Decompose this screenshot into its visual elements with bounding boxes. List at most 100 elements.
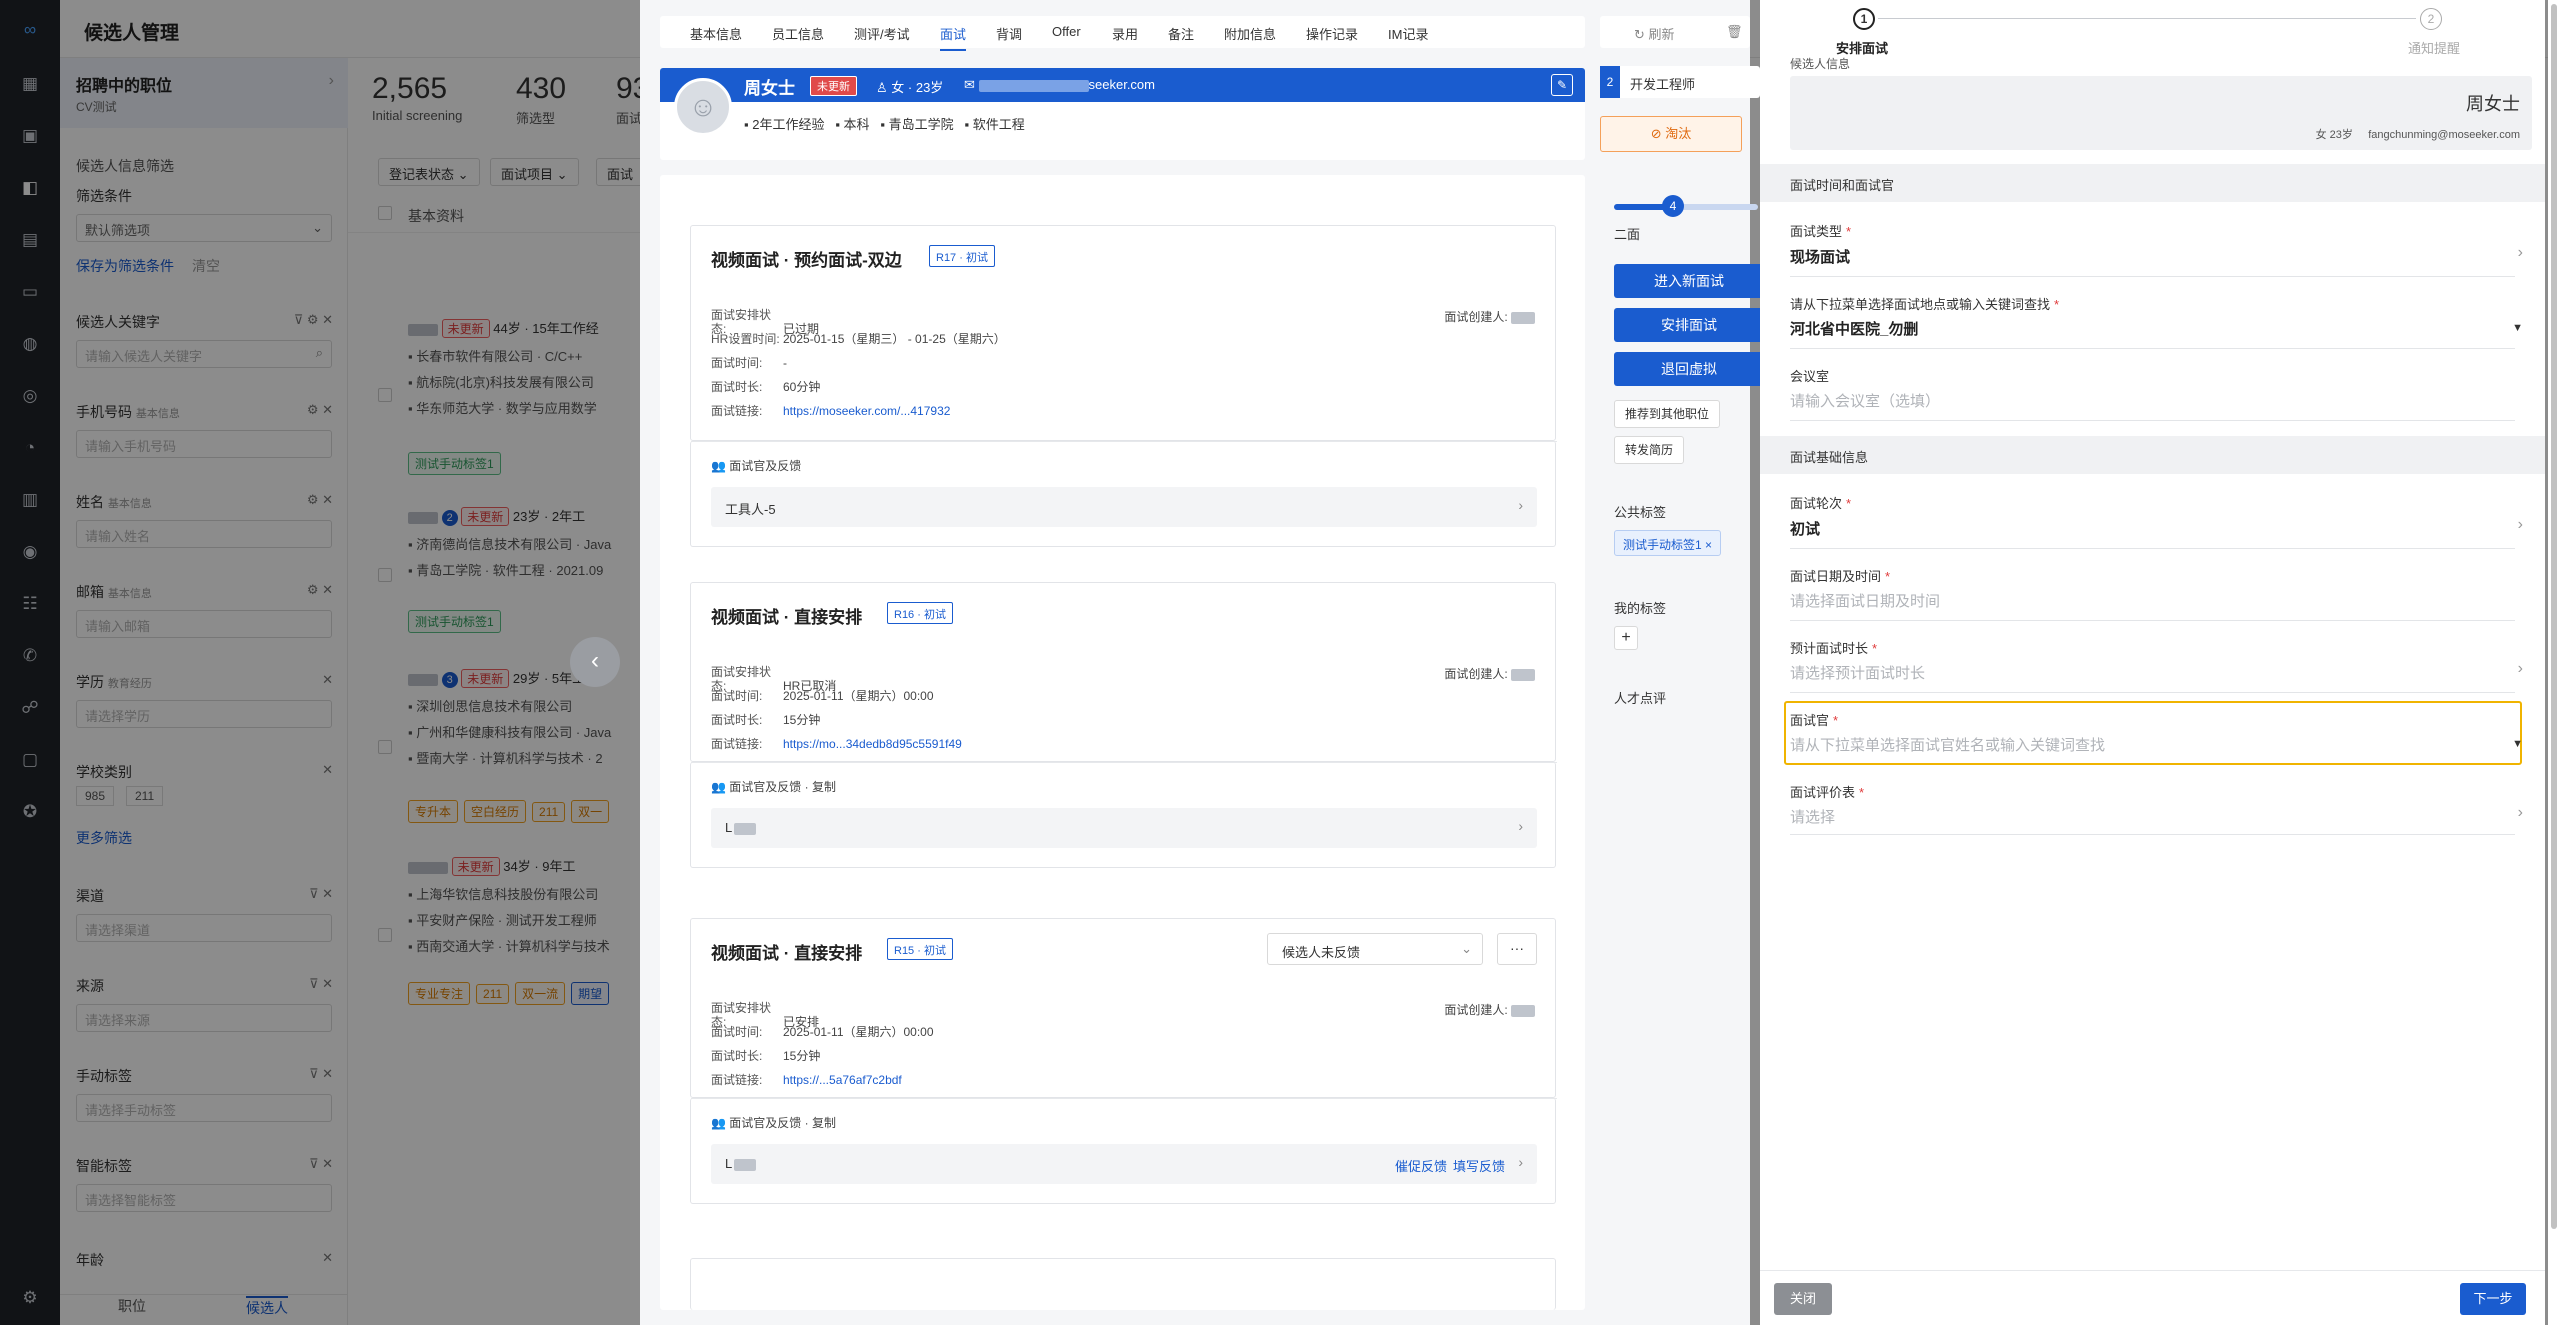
position-selector[interactable]: 2 开发工程师	[1600, 66, 1760, 98]
info-row: 面试链接: https://...5a76af7c2bdf	[711, 1073, 902, 1087]
urge-feedback-link[interactable]: 催促反馈	[1395, 1156, 1447, 1175]
field-label: 面试类型 *	[1790, 224, 1852, 239]
caret-down-icon: ▼	[2512, 738, 2523, 750]
interview-creator: 面试创建人:	[1444, 308, 1535, 325]
add-tag-button[interactable]: +	[1614, 626, 1638, 650]
chevron-right-icon: ›	[2517, 804, 2523, 821]
step-2-label: 通知提醒	[2408, 41, 2461, 56]
arrange-interview-drawer: 1 2 安排面试 通知提醒 候选人信息 周女士 女 23岁 fangchunmi…	[1760, 0, 2545, 1325]
forward-resume-button[interactable]: 转发简历	[1614, 436, 1685, 464]
datetime-picker[interactable]: 请选择面试日期及时间	[1790, 590, 1940, 611]
eliminate-button[interactable]: ⊘ 淘汰	[1600, 116, 1742, 152]
round-tag: R15 · 初试	[887, 938, 953, 960]
next-button[interactable]: 下一步	[2460, 1283, 2526, 1315]
interview-link[interactable]: https://mo...34dedb8d95c5591f49	[783, 737, 962, 751]
candidate-name: 周女士	[2466, 94, 2520, 114]
field-label: 面试官 *	[1790, 713, 1839, 728]
close-button[interactable]: 关闭	[1774, 1283, 1832, 1315]
divider	[691, 762, 1557, 763]
tab-logs[interactable]: 操作记录	[1306, 24, 1358, 43]
divider	[691, 441, 1557, 442]
feedback-row[interactable]: L ›	[711, 808, 1537, 848]
more-icon[interactable]: ···	[1497, 933, 1537, 965]
round-tag: R17 · 初试	[929, 245, 995, 267]
email: ✉ seeker.com	[964, 77, 1155, 92]
gender-age: ♙ 女 · 23岁	[876, 80, 944, 95]
duration-select[interactable]: 请选择预计面试时长	[1790, 662, 1925, 683]
feedback-section: 👥 面试官及反馈 工具人-5 ›	[690, 441, 1557, 547]
info-row: 面试时间: 2025-01-11（星期六）00:00	[711, 689, 934, 703]
tab-hire[interactable]: 录用	[1112, 24, 1138, 43]
profile-card: 周女士 未更新 ♙ 女 · 23岁 ✉ seeker.com ✎ ☺ ▪ 2年工…	[660, 68, 1585, 160]
tab-im[interactable]: IM记录	[1388, 24, 1428, 43]
info-row: 面试时长: 15分钟	[711, 713, 821, 727]
profile-tags: ▪ 2年工作经验 ▪ 本科 ▪ 青岛工学院 ▪ 软件工程	[744, 117, 1025, 132]
section-time-interviewer: 面试时间和面试官	[1760, 164, 2545, 202]
edit-icon[interactable]: ✎	[1551, 74, 1573, 96]
detail-toolbar: ↻ 刷新 🗑	[1600, 16, 1750, 48]
chevron-right-icon: ›	[1518, 818, 1523, 834]
interview-feed: 视频面试 · 预约面试-双边 R17 · 初试 面试创建人: 面试安排状态: 已过…	[660, 175, 1585, 1310]
divider	[1790, 548, 2515, 549]
feedback-row[interactable]: L 催促反馈 填写反馈 ›	[711, 1144, 1537, 1184]
profile-bar: 周女士 未更新 ♙ 女 · 23岁 ✉ seeker.com ✎	[660, 68, 1585, 102]
chevron-right-icon: ›	[1518, 497, 1523, 513]
interview-card: 视频面试 · 直接安排 R15 · 初试 候选人未反馈 ⌄ ··· 面试创建人: …	[690, 918, 1556, 1098]
round-select[interactable]: 初试	[1790, 518, 1820, 539]
delete-button[interactable]: 🗑	[1726, 24, 1743, 40]
interview-link[interactable]: https://...5a76af7c2bdf	[783, 1073, 902, 1087]
recommend-button[interactable]: 推荐到其他职位	[1614, 400, 1721, 428]
drawer-scrollbar[interactable]	[2548, 0, 2560, 1325]
chevron-right-icon: ›	[2517, 244, 2523, 261]
arrange-interview-button[interactable]: 安排面试	[1614, 308, 1764, 342]
chevron-right-icon: ›	[2517, 516, 2523, 533]
step-1-circle: 1	[1853, 8, 1875, 30]
caret-down-icon: ▼	[2512, 322, 2523, 334]
refresh-button[interactable]: ↻ 刷新	[1634, 24, 1675, 43]
tab-basic[interactable]: 基本信息	[690, 24, 742, 43]
write-feedback-link[interactable]: 填写反馈	[1453, 1156, 1505, 1175]
interview-link[interactable]: https://moseeker.com/...417932	[783, 404, 950, 418]
public-tag[interactable]: 测试手动标签1 ×	[1614, 530, 1722, 556]
tab-notes[interactable]: 备注	[1168, 24, 1194, 43]
talent-review-label: 人才点评	[1614, 691, 1667, 706]
info-row: HR设置时间: 2025-01-15（星期三） - 01-25（星期六）	[711, 332, 1006, 346]
tab-offer[interactable]: Offer	[1052, 24, 1081, 39]
stage-marker[interactable]: 4	[1662, 195, 1684, 217]
tab-interview[interactable]: 面试	[940, 24, 967, 51]
tab-employee[interactable]: 员工信息	[772, 24, 824, 43]
divider	[1790, 348, 2515, 349]
divider	[691, 1098, 1557, 1099]
interview-title: 视频面试 · 直接安排	[711, 608, 863, 627]
field-label: 会议室	[1790, 369, 1830, 384]
interview-title: 视频面试 · 预约面试-双边	[711, 251, 902, 270]
evaluation-form-select[interactable]: 请选择	[1790, 806, 1835, 827]
feedback-label: 👥 面试官及反馈 · 复制	[711, 780, 836, 794]
field-label: 面试评价表 *	[1790, 785, 1865, 800]
interview-type-select[interactable]: 现场面试	[1790, 246, 1850, 267]
divider	[1790, 620, 2515, 621]
divider	[1790, 692, 2515, 693]
tab-extra[interactable]: 附加信息	[1224, 24, 1276, 43]
info-row: 面试时长: 15分钟	[711, 1049, 821, 1063]
step-connector	[1878, 18, 2416, 19]
interviewer-field-focus[interactable]	[1784, 701, 2522, 765]
tab-assessment[interactable]: 测评/考试	[854, 24, 910, 43]
feedback-status-select[interactable]: 候选人未反馈 ⌄	[1267, 933, 1483, 965]
divider	[1790, 420, 2515, 421]
chevron-right-icon: ›	[2517, 660, 2523, 677]
section-basic-info: 面试基础信息	[1760, 436, 2545, 474]
collapse-arrow-icon[interactable]: ‹	[570, 637, 620, 687]
location-select[interactable]: 河北省中医院_勿删	[1790, 318, 1918, 339]
interviewer-select[interactable]: 请从下拉菜单选择面试官姓名或输入关键词查找	[1790, 734, 2105, 755]
candidate-info-label: 候选人信息	[1790, 57, 1851, 71]
return-button[interactable]: 退回虚拟	[1614, 352, 1764, 386]
room-input[interactable]: 请输入会议室（选填）	[1790, 390, 1940, 411]
interview-card: 视频面试 · 直接安排 R16 · 初试 面试创建人: 面试安排状态: HR已取消…	[690, 582, 1556, 762]
feedback-row[interactable]: 工具人-5 ›	[711, 487, 1537, 527]
tab-background[interactable]: 背调	[996, 24, 1022, 43]
avatar: ☺	[674, 78, 732, 136]
feedback-section: 👥 面试官及反馈 · 复制 L 催促反馈 填写反馈 ›	[690, 1098, 1557, 1204]
new-interview-button[interactable]: 进入新面试	[1614, 264, 1764, 298]
detail-side: 2 开发工程师 ⊘ 淘汰 4 二面 进入新面试 安排面试 退回虚拟 推荐到其他职…	[1598, 60, 1764, 1310]
